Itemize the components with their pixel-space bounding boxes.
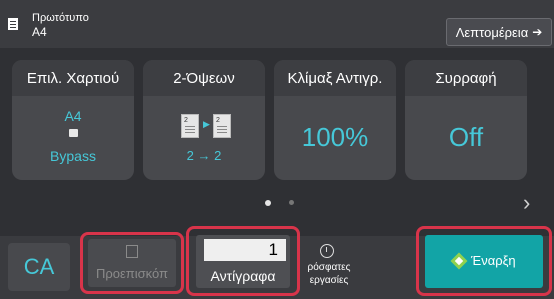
preview-button-highlight: Προεπισκόπ — [80, 232, 184, 294]
history-icon — [320, 244, 334, 258]
bypass-tray-icon — [69, 129, 78, 137]
page-dot-inactive — [289, 200, 294, 205]
paper-tray: Bypass — [50, 148, 96, 164]
panel-title: Συρραφή — [405, 60, 527, 96]
chevron-right-icon[interactable]: › — [523, 190, 530, 216]
duplex-pages-icon: 2 ▶ 2 — [181, 114, 231, 138]
recent-jobs-button[interactable]: ρόσφατες εργασίες — [304, 242, 352, 294]
zoom-panel[interactable]: Κλίμαξ Αντιγρ. 100% — [274, 60, 396, 180]
preview-label: Προεπισκόπ — [95, 266, 169, 281]
original-size: A4 — [32, 25, 47, 39]
page-dot-active — [265, 200, 271, 206]
arrow-right-icon: ➔ — [532, 25, 543, 39]
panel-title: 2-Όψεων — [143, 60, 265, 96]
copies-control[interactable]: 1 Αντίγραφα — [196, 235, 290, 288]
start-label: Έναρξη — [471, 253, 516, 268]
zoom-value: 100% — [301, 122, 369, 152]
copies-highlight: 1 Αντίγραφα — [186, 226, 300, 296]
paper-size: A4 — [64, 108, 82, 124]
clear-all-button[interactable]: CA — [8, 243, 70, 291]
copies-label: Αντίγραφα — [210, 268, 276, 284]
staple-value: Off — [448, 122, 484, 152]
start-highlight: Έναρξη — [416, 226, 552, 296]
preview-button[interactable]: Προεπισκόπ — [88, 239, 176, 287]
panel-title: Κλίμαξ Αντιγρ. — [274, 60, 396, 96]
start-icon — [450, 252, 468, 270]
settings-panels: Επιλ. Χαρτιού A4 Bypass 2-Όψεων 2 ▶ 2 2 … — [0, 52, 554, 182]
recent-jobs-label-line1: ρόσφατες — [307, 262, 351, 273]
details-label: Λεπτομέρεια — [455, 24, 529, 40]
recent-jobs-label-line2: εργασίες — [309, 275, 349, 286]
document-icon — [8, 18, 18, 30]
start-button[interactable]: Έναρξη — [425, 235, 543, 288]
duplex-panel[interactable]: 2-Όψεων 2 ▶ 2 2 → 2 — [143, 60, 265, 180]
preview-icon — [126, 245, 138, 258]
copies-input[interactable]: 1 — [204, 239, 286, 261]
staple-panel[interactable]: Συρραφή Off — [405, 60, 527, 180]
top-bar: Πρωτότυπο A4 Λεπτομέρεια ➔ — [0, 0, 554, 48]
duplex-mode: 2 → 2 — [186, 148, 222, 163]
copy-screen: Πρωτότυπο A4 Λεπτομέρεια ➔ Επιλ. Χαρτιού… — [0, 0, 554, 299]
details-button[interactable]: Λεπτομέρεια ➔ — [446, 18, 552, 46]
original-label: Πρωτότυπο — [32, 12, 89, 24]
panel-title: Επιλ. Χαρτιού — [12, 60, 134, 96]
page-indicator: › — [0, 190, 554, 215]
paper-select-panel[interactable]: Επιλ. Χαρτιού A4 Bypass — [12, 60, 134, 180]
